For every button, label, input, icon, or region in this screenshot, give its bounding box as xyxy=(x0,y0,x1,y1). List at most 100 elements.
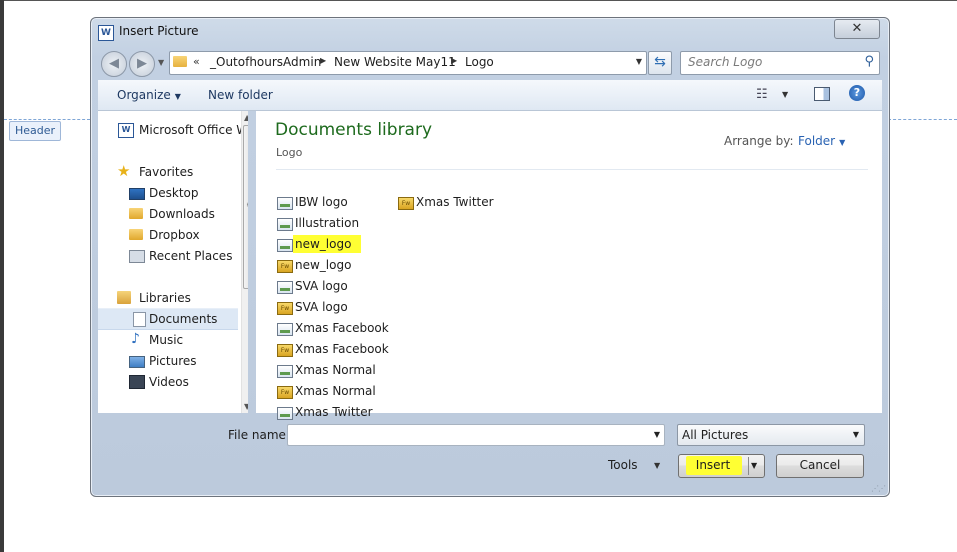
libraries-icon xyxy=(117,291,131,304)
scroll-down-icon[interactable]: ▼ xyxy=(244,402,248,411)
image-file-icon xyxy=(277,239,293,252)
nav-item-pictures[interactable]: Pictures xyxy=(98,351,238,371)
breadcrumb-separator-icon[interactable]: ▶ xyxy=(320,56,326,65)
image-file-icon xyxy=(277,323,293,336)
file-item[interactable]: Illustration xyxy=(277,214,387,233)
header-tag[interactable]: Header xyxy=(9,121,61,141)
file-item[interactable]: Fw new_logo xyxy=(277,256,387,275)
file-item[interactable]: Xmas Normal xyxy=(277,361,387,380)
address-bar[interactable]: « _OutofhoursAdmin ▶ New Website May11 ▶… xyxy=(169,51,647,75)
file-name-label: Xmas Normal xyxy=(295,384,376,398)
nav-item-label: Desktop xyxy=(149,186,199,200)
arrange-by-dropdown[interactable]: Folder ▼ xyxy=(798,134,845,148)
insert-button[interactable]: Insert xyxy=(679,455,747,477)
breadcrumb-new-website[interactable]: New Website May11 xyxy=(334,55,456,69)
window-top-edge xyxy=(0,0,957,1)
dialog-footer: File name: ▼ All Pictures ▼ Tools ▼ Inse… xyxy=(91,413,889,496)
refresh-button[interactable]: ⇆ xyxy=(648,51,672,75)
desktop-icon xyxy=(129,188,145,200)
new-folder-button[interactable]: New folder xyxy=(208,88,273,102)
nav-item-computer[interactable]: W Microsoft Office W xyxy=(98,120,248,140)
star-icon: ★ xyxy=(117,162,131,180)
nav-item-label: Music xyxy=(149,333,184,347)
file-name-dropdown-icon[interactable]: ▼ xyxy=(654,430,660,439)
nav-item-label: Downloads xyxy=(149,207,215,221)
file-name-label: Xmas Twitter xyxy=(416,195,494,209)
insert-picture-dialog: W Insert Picture ✕ ◀ ▶ ▼ « _OutofhoursAd… xyxy=(90,17,890,497)
breadcrumb-outofhoursadmin[interactable]: _OutofhoursAdmin xyxy=(210,55,321,69)
file-name-label: IBW logo xyxy=(295,195,348,209)
image-file-icon xyxy=(277,281,293,294)
search-icon[interactable]: ⚲ xyxy=(864,54,874,69)
search-box[interactable]: Search Logo ⚲ xyxy=(680,51,880,75)
library-subtitle: Logo xyxy=(276,146,303,159)
insert-split-button: Insert ▼ xyxy=(678,454,765,478)
file-item[interactable]: new_logo xyxy=(277,235,387,254)
forward-button[interactable]: ▶ xyxy=(129,51,155,77)
help-icon[interactable]: ? xyxy=(849,85,865,101)
nav-item-dropbox[interactable]: Dropbox xyxy=(98,225,238,245)
file-type-filter[interactable]: All Pictures ▼ xyxy=(677,424,865,446)
address-overflow-chevron[interactable]: « xyxy=(193,55,200,68)
recent-places-icon xyxy=(129,250,145,263)
file-name-label: SVA logo xyxy=(295,279,348,293)
word-document-icon: W xyxy=(118,123,134,138)
back-button[interactable]: ◀ xyxy=(101,51,127,77)
breadcrumb-logo[interactable]: Logo xyxy=(465,55,494,69)
view-options-icon[interactable]: ☷ xyxy=(756,87,768,102)
file-item[interactable]: Fw Xmas Twitter xyxy=(398,193,508,212)
file-item[interactable]: Fw Xmas Facebook xyxy=(277,340,389,359)
nav-item-downloads[interactable]: Downloads xyxy=(98,204,238,224)
nav-group-favorites[interactable]: ★ Favorites xyxy=(98,162,238,182)
tools-menu[interactable]: Tools xyxy=(608,458,638,472)
address-dropdown-icon[interactable]: ▼ xyxy=(636,57,642,66)
resize-grip-icon[interactable]: ⋰⋰ xyxy=(871,484,886,493)
nav-group-libraries[interactable]: Libraries xyxy=(98,288,238,308)
back-arrow-icon: ◀ xyxy=(109,56,119,71)
file-item[interactable]: IBW logo xyxy=(277,193,387,212)
window-left-edge xyxy=(0,0,4,552)
breadcrumb-separator-icon[interactable]: ▶ xyxy=(451,56,457,65)
nav-item-desktop[interactable]: Desktop xyxy=(98,183,238,203)
image-file-icon xyxy=(277,218,293,231)
preview-pane-icon[interactable] xyxy=(814,87,830,101)
file-name-label: new_logo xyxy=(295,258,352,272)
insert-options-dropdown-icon[interactable]: ▼ xyxy=(751,455,757,476)
nav-item-videos[interactable]: Videos xyxy=(98,372,238,392)
search-input[interactable]: Search Logo xyxy=(688,55,762,69)
organize-button[interactable]: Organize ▼ xyxy=(117,88,181,102)
nav-item-music[interactable]: ♪ Music xyxy=(98,330,238,350)
tools-dropdown-icon[interactable]: ▼ xyxy=(654,461,660,470)
navigation-pane: W Microsoft Office W ★ Favorites Desktop… xyxy=(98,111,248,413)
file-name-input[interactable]: ▼ xyxy=(287,424,665,446)
nav-item-documents[interactable]: Documents xyxy=(98,308,238,330)
insert-label: Insert xyxy=(695,458,731,472)
file-name-label: File name: xyxy=(228,428,290,442)
file-name-label: new_logo xyxy=(295,237,352,251)
title-bar[interactable]: W Insert Picture ✕ xyxy=(91,18,889,46)
file-item[interactable]: Fw SVA logo xyxy=(277,298,387,317)
file-item[interactable]: SVA logo xyxy=(277,277,387,296)
close-button[interactable]: ✕ xyxy=(834,19,880,39)
pictures-icon xyxy=(129,356,145,368)
recent-locations-dropdown-icon[interactable]: ▼ xyxy=(158,58,164,67)
scroll-up-icon[interactable]: ▲ xyxy=(244,113,248,122)
file-item[interactable]: Xmas Facebook xyxy=(277,319,389,338)
nav-scrollbar[interactable]: ▲ ≡ ▼ xyxy=(241,111,248,413)
scroll-thumb[interactable]: ≡ xyxy=(243,125,248,289)
cancel-button[interactable]: Cancel xyxy=(776,454,864,478)
file-item[interactable]: Fw Xmas Normal xyxy=(277,382,387,401)
chevron-down-icon: ▼ xyxy=(852,430,859,439)
nav-group-label: Libraries xyxy=(139,291,191,305)
fireworks-file-icon: Fw xyxy=(277,386,293,399)
file-name-label: SVA logo xyxy=(295,300,348,314)
file-name-label: Xmas Normal xyxy=(295,363,376,377)
nav-item-label: Videos xyxy=(149,375,189,389)
arrange-by-value: Folder xyxy=(798,134,836,148)
command-toolbar: Organize ▼ New folder ☷ ▼ ? xyxy=(98,80,882,111)
nav-item-label: Recent Places xyxy=(149,249,233,263)
view-dropdown-icon[interactable]: ▼ xyxy=(782,90,788,99)
nav-item-label: Microsoft Office W xyxy=(139,123,248,137)
nav-item-recent-places[interactable]: Recent Places xyxy=(98,246,238,266)
organize-label: Organize xyxy=(117,88,171,102)
